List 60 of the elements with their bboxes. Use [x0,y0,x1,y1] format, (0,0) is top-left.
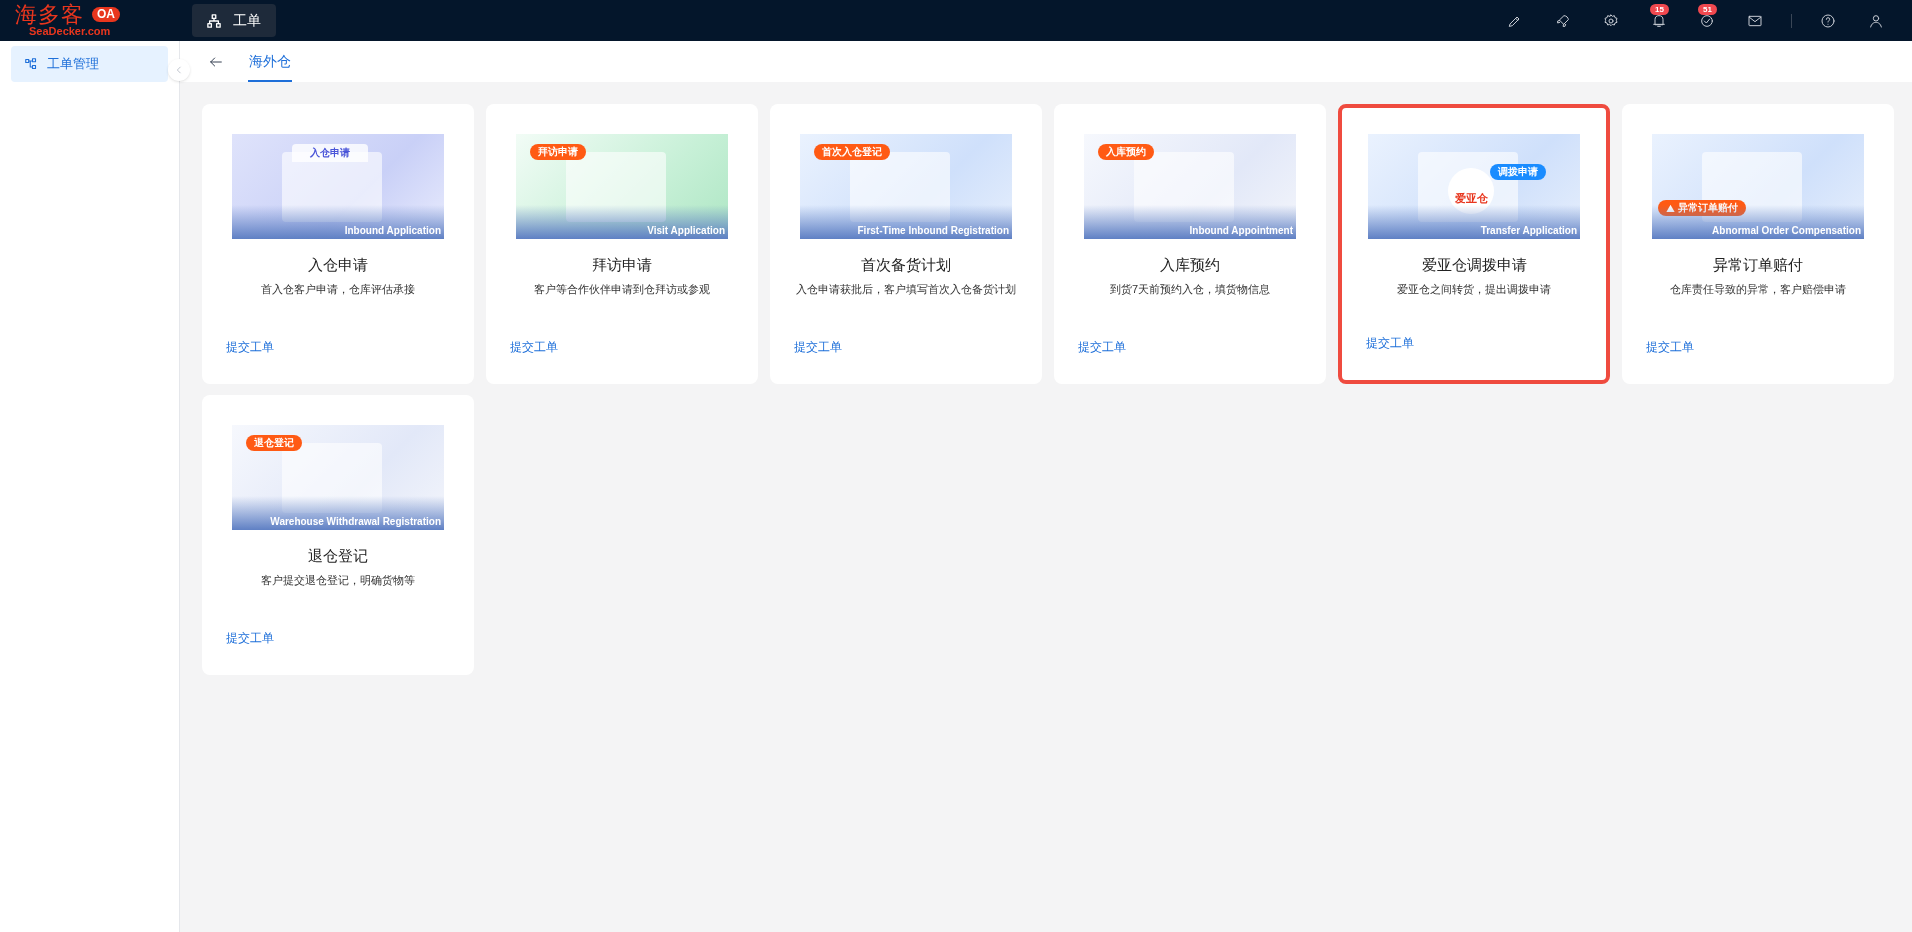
banner-tag: 拜访申请 [530,144,586,160]
sidebar-item[interactable]: 工单管理 [11,46,168,82]
submit-ticket-link[interactable]: 提交工单 [794,338,842,356]
ticket-card[interactable]: 入库预约 Inbound Appointment 入库预约 到货7天前预约入仓，填货物信息 提交工单 [1054,104,1326,384]
warning-icon [1666,203,1675,213]
ticket-card[interactable]: 调拨申请 爱亚仓 Transfer Application 爱亚仓调拨申请 爱亚仓之间转货，提出调拨申请 提交工单 [1338,104,1610,384]
settings-icon [1603,12,1619,29]
logo-domain: SeaDecker.com [29,24,111,37]
section-tab[interactable]: 海外仓 [248,41,292,82]
ticket-card[interactable]: 入仓申请 Inbound Application 入仓申请 首入仓客户申请，仓库评估承接 提交工单 [202,104,474,384]
sitemap-icon [207,13,221,28]
bell-icon [1651,12,1667,29]
card-description: 到货7天前预约入仓，填货物信息 [1108,282,1272,297]
card-title: 入仓申请 [308,255,368,275]
nav-tab[interactable]: 工单 [192,4,276,37]
card-description: 入仓申请获批后，客户填写首次入仓备货计划 [795,282,1017,297]
banner-caption: Abnormal Order Compensation [1712,224,1861,238]
submit-ticket-link[interactable]: 提交工单 [1646,338,1694,356]
chevron-left-icon [174,65,184,75]
help-icon [1820,12,1836,29]
ticket-card[interactable]: 首次入仓登记 First-Time Inbound Registration 首次备货计划 入仓申请获批后，客户填写首次入仓备货计划 提交工单 [770,104,1042,384]
banner-tag: 入仓申请 [292,144,368,162]
card-description: 首入仓客户申请，仓库评估承接 [260,282,416,297]
submit-ticket-link[interactable]: 提交工单 [510,338,558,356]
card-title: 爱亚仓调拨申请 [1421,255,1527,275]
brand-logo: 爱亚仓 [1448,168,1494,214]
count-badge: 15 [1650,3,1669,15]
submit-ticket-link[interactable]: 提交工单 [226,338,274,356]
ticket-card[interactable]: 异常订单赔付 Abnormal Order Compensation 异常订单赔付 仓库责任导致的异常，客户赔偿申请 提交工单 [1622,104,1894,384]
flow-icon [25,58,37,70]
banner-caption: Inbound Application [344,224,441,238]
banner-tag: 调拨申请 [1490,164,1546,180]
submit-ticket-link[interactable]: 提交工单 [226,629,274,647]
card-description: 客户等合作伙伴申请到仓拜访或参观 [533,282,711,297]
card-description: 爱亚仓之间转货，提出调拨申请 [1396,282,1552,297]
card-title: 首次备货计划 [861,255,951,275]
check-circle-icon [1699,12,1715,29]
ticket-card[interactable]: 退仓登记 Warehouse Withdrawal Registration 退仓登记 客户提交退仓登记，明确货物等 提交工单 [202,395,474,675]
card-title: 退仓登记 [308,546,368,566]
card-description: 客户提交退仓登记，明确货物等 [260,573,416,588]
banner-caption: Warehouse Withdrawal Registration [270,515,441,529]
logo-text: 海多客 [15,3,84,26]
ticket-card[interactable]: 拜访申请 Visit Application 拜访申请 客户等合作伙伴申请到仓拜访或参观 提交工单 [486,104,758,384]
banner-caption: First-Time Inbound Registration [857,224,1009,238]
submit-ticket-link[interactable]: 提交工单 [1366,334,1414,352]
banner-tag: 退仓登记 [246,435,302,451]
banner-caption: Visit Application [647,224,725,238]
banner-caption: Inbound Appointment [1189,224,1293,238]
count-badge: 51 [1698,3,1717,15]
card-title: 异常订单赔付 [1713,255,1803,275]
banner-caption: Transfer Application [1480,224,1577,238]
card-title: 拜访申请 [592,255,652,275]
user-icon [1868,12,1884,29]
submit-ticket-link[interactable]: 提交工单 [1078,338,1126,356]
logo-badge: OA [92,6,120,22]
banner-tag: 异常订单赔付 [1658,200,1746,216]
card-title: 入库预约 [1160,255,1220,275]
card-description: 仓库责任导致的异常，客户赔偿申请 [1669,282,1847,297]
banner-tag: 入库预约 [1098,144,1154,160]
banner-tag: 首次入仓登记 [814,144,890,160]
